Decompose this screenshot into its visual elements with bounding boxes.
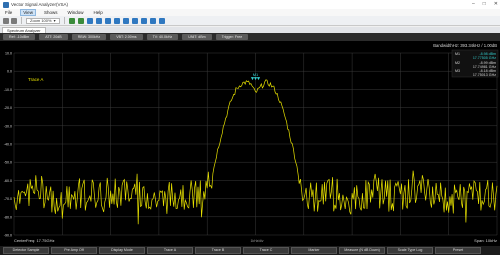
- settings-bar: Ref: -10dBm ATT: 20dB RBW: 300kHz VBT: 2…: [0, 33, 500, 41]
- minimize-button[interactable]: –: [472, 1, 475, 7]
- window-title: Vector Signal Analyzer(VSA): [11, 2, 69, 7]
- setting-unit[interactable]: UNIT: dBm: [182, 34, 212, 40]
- bandwidth-readout: BandwidthHz: 393.34kHz / 1.00dB: [433, 43, 497, 48]
- close-button[interactable]: ✕: [494, 1, 498, 7]
- marker-icon[interactable]: [140, 17, 147, 24]
- up-arrow-icon[interactable]: [86, 17, 93, 24]
- softkey-measure[interactable]: Measure (N dB Down): [339, 247, 385, 254]
- marker-table-id: M1: [455, 52, 460, 56]
- menu-file[interactable]: File: [3, 9, 14, 16]
- setting-tv[interactable]: TV: 40.0kHz: [146, 34, 179, 40]
- y-tick-label: -40.0: [4, 143, 12, 147]
- toolbar-separator: [21, 17, 22, 24]
- y-tick-label: -50.0: [4, 161, 12, 165]
- single-icon[interactable]: [104, 17, 111, 24]
- marker-table-freq: 17.75013 GHz: [473, 73, 496, 77]
- softkey-preset[interactable]: Preset: [435, 247, 481, 254]
- softkey-detector[interactable]: Detector Sample: [3, 247, 49, 254]
- setting-rbw[interactable]: RBW: 300kHz: [71, 34, 107, 40]
- maximize-button[interactable]: □: [483, 1, 486, 7]
- marker-table: M1 -8.98 dBm 17.77505 GHz M2 -8.99 dBm 1…: [451, 49, 499, 78]
- marker-table-id: M3: [455, 69, 460, 73]
- spectrum-plot[interactable]: 10.0 0.0 -10.0 -20.0 -30.0 -40.0 -50.0 -60.0 -70…: [0, 41, 500, 246]
- softkey-preamp[interactable]: Pre Amp Off: [51, 247, 97, 254]
- span-readout: Span: 10kHz: [474, 238, 497, 243]
- menu-shows[interactable]: Shows: [42, 9, 60, 16]
- menu-help[interactable]: Help: [91, 9, 104, 16]
- y-tick-label: -80.0: [4, 215, 12, 219]
- menu-window[interactable]: Window: [65, 9, 85, 16]
- y-tick-label: 10.0: [5, 52, 12, 56]
- softkey-trace-a[interactable]: Trace A: [147, 247, 193, 254]
- app-icon: [3, 1, 9, 8]
- marker-table-freq: 17.77505 GHz: [473, 56, 496, 60]
- save-icon[interactable]: [11, 17, 17, 24]
- settings-icon[interactable]: [158, 17, 165, 24]
- menu-bar: File View Shows Window Help: [0, 9, 500, 16]
- setting-trigger[interactable]: Trigger: Free: [215, 34, 249, 40]
- zoom-label: Zoom 100%: [30, 17, 52, 23]
- softkey-display-mode[interactable]: Display Mode: [99, 247, 145, 254]
- y-tick-label: -70.0: [4, 197, 12, 201]
- softkey-trace-b[interactable]: Trace B: [195, 247, 241, 254]
- softkey-marker[interactable]: Marker: [291, 247, 337, 254]
- setting-ref-level[interactable]: Ref: -10dBm: [3, 34, 36, 40]
- down-arrow-icon[interactable]: [95, 17, 102, 24]
- pause-icon[interactable]: [122, 17, 129, 24]
- open-icon[interactable]: [3, 17, 9, 24]
- setting-attenuation[interactable]: ATT: 20dB: [39, 34, 68, 40]
- menu-view[interactable]: View: [20, 9, 36, 16]
- toolbar-separator: [63, 17, 65, 24]
- forward-arrow-icon[interactable]: [77, 17, 84, 24]
- peak-icon[interactable]: [149, 17, 156, 24]
- softkey-scale-type[interactable]: Scale Type Log: [387, 247, 433, 254]
- y-tick-label: -10.0: [4, 88, 12, 92]
- setting-vbt[interactable]: VBT: 2.00ms: [110, 34, 143, 40]
- plot-background: [0, 41, 500, 246]
- y-tick-label: 0.0: [7, 70, 12, 74]
- marker-flag-label[interactable]: M1: [253, 72, 259, 77]
- title-bar: Vector Signal Analyzer(VSA) – □ ✕: [0, 0, 500, 9]
- softkey-bar: Detector Sample Pre Amp Off Display Mode…: [0, 246, 500, 255]
- y-tick-label: -20.0: [4, 106, 12, 110]
- toolbar: Zoom 100% ▾: [0, 16, 500, 26]
- record-icon[interactable]: [131, 17, 138, 24]
- back-arrow-icon[interactable]: [68, 17, 75, 24]
- window-controls: – □ ✕: [472, 1, 498, 7]
- toolbar-button-group: [68, 17, 165, 24]
- marker-table-id: M2: [455, 61, 460, 65]
- y-tick-label: -30.0: [4, 124, 12, 128]
- zoom-dropdown[interactable]: Zoom 100% ▾: [26, 17, 60, 24]
- center-frequency: CenterFreq: 17.75GHz: [14, 238, 54, 243]
- softkey-trace-c[interactable]: Trace C: [243, 247, 289, 254]
- y-tick-label: -60.0: [4, 179, 12, 183]
- continuous-icon[interactable]: [113, 17, 120, 24]
- trace-label: Trace A: [28, 77, 43, 82]
- y-tick-label: -90.0: [4, 234, 12, 238]
- spectrum-svg[interactable]: 10.0 0.0 -10.0 -20.0 -30.0 -40.0 -50.0 -60.0 -70…: [0, 41, 500, 246]
- chevron-down-icon: ▾: [53, 17, 56, 23]
- x-division-label: 1kHz/div: [250, 239, 263, 243]
